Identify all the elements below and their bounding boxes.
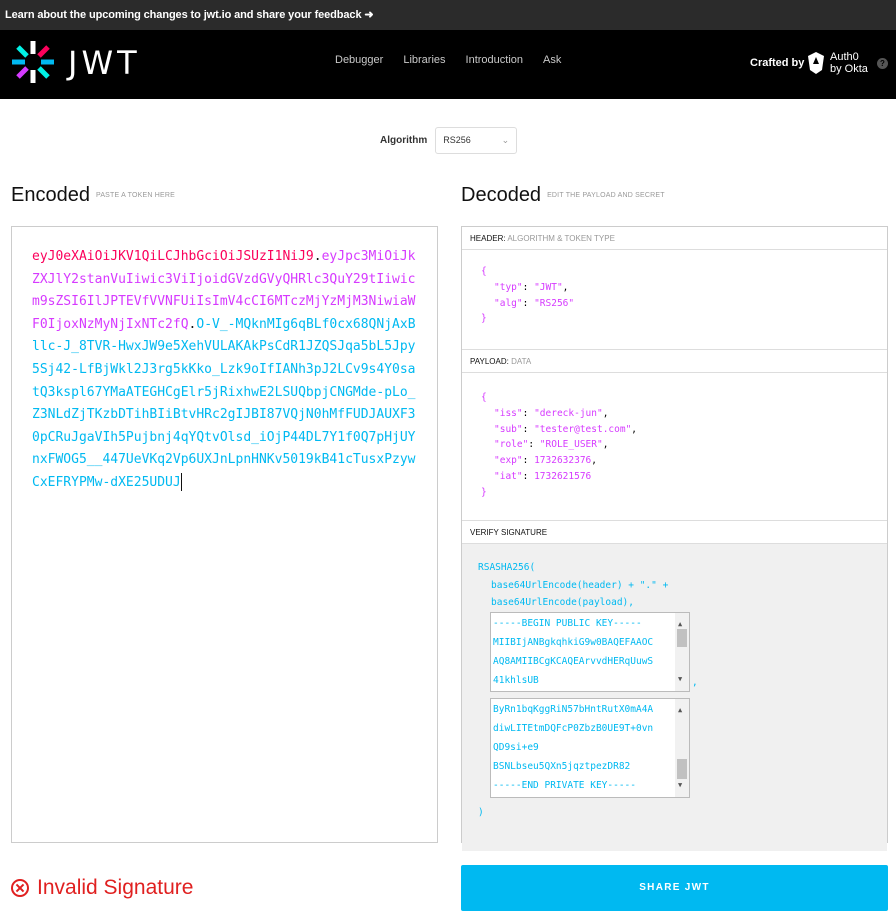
scroll-thumb[interactable] [677,628,687,647]
header-sublabel: ALGORITHM & TOKEN TYPE [507,234,615,243]
verify-header-line: base64UrlEncode(header) + "." + [491,579,669,591]
main-nav: Debugger Libraries Introduction Ask [335,54,581,66]
error-circle-icon [11,879,29,897]
token-signature-part: O-V_-MQknMIg6qBLf0cx68QNjAxBllc-J_8TVR-H… [32,316,416,490]
help-icon[interactable]: ? [877,58,888,69]
payload-iat-value: 1732621576 [534,470,592,482]
jwt-logo-icon[interactable] [10,39,56,85]
public-key-line: MIIBIjANBgkqhkiG9w0BAQEFAAOC [493,636,654,648]
payload-section-head: PAYLOAD: DATA [462,350,887,373]
payload-sublabel: DATA [511,357,532,366]
algorithm-label: Algorithm [380,135,428,146]
encoded-subtitle: PASTE A TOKEN HERE [95,192,176,200]
encoded-heading: Encoded PASTE A TOKEN HERE [11,184,175,207]
chevron-down-icon: ⌄ [501,135,510,145]
public-key-line: 41khlsUB [493,674,539,686]
header-typ-value: "JWT" [534,281,563,293]
decoded-heading: Decoded EDIT THE PAYLOAD AND SECRET [461,184,665,207]
header-alg-value: "RS256" [534,297,575,309]
scroll-down-icon[interactable]: ▼ [678,670,682,689]
payload-label: PAYLOAD: [470,357,509,366]
invalid-signature-text: Invalid Signature [37,876,194,899]
scroll-down-icon[interactable]: ▼ [678,776,682,795]
header-label: HEADER: [470,234,506,243]
public-key-textarea[interactable]: -----BEGIN PUBLIC KEY----- MIIBIjANBgkqh… [490,611,690,692]
payload-exp-value: 1732632376 [534,455,592,467]
auth0-line: Auth0 [830,51,859,63]
by-okta-line: by Okta [830,63,868,75]
scroll-up-icon[interactable]: ▲ [678,701,682,720]
private-key-textarea[interactable]: ByRn1bqKggRiN57bHntRutX0mA4A diwLITEtmDQ… [490,697,690,798]
text-caret [180,473,182,492]
comma: , [692,677,698,688]
decoded-subtitle: EDIT THE PAYLOAD AND SECRET [547,192,665,200]
encoded-token-editor[interactable]: eyJ0eXAiOiJKV1QiLCJhbGciOiJSUzI1NiJ9.eyJ… [11,226,438,843]
decoded-panel: HEADER: ALGORITHM & TOKEN TYPE { "typ": … [461,226,888,851]
crafted-by-label: Crafted by [750,57,805,69]
top-header: JWT Debugger Libraries Introduction Ask … [0,30,896,99]
announcement-banner[interactable]: Learn about the upcoming changes to jwt.… [0,0,896,30]
token-header-part: eyJ0eXAiOiJKV1QiLCJhbGciOiJSUzI1NiJ9 [32,249,314,264]
header-json-editor[interactable]: { "typ": "JWT", "alg": "RS256" } [462,250,887,350]
algorithm-selector: Algorithm RS256 ⌄ [380,127,518,154]
verify-payload-line: base64UrlEncode(payload), [491,597,634,608]
verify-close: ) [478,806,484,818]
public-key-scrollbar[interactable]: ▲ ▼ [675,612,689,691]
header-section-head: HEADER: ALGORITHM & TOKEN TYPE [462,227,887,250]
private-key-scrollbar[interactable]: ▲ ▼ [675,698,689,797]
verify-signature-body: RSASHA256( base64UrlEncode(header) + "."… [462,544,887,851]
nav-libraries[interactable]: Libraries [403,54,445,66]
nav-introduction[interactable]: Introduction [466,54,523,66]
private-key-line: diwLITEtmDQFcP0ZbzB0UE9T+0vn [493,722,654,734]
verify-label: VERIFY SIGNATURE [470,528,548,537]
private-key-line: -----END PRIVATE KEY----- [493,779,636,791]
payload-role-value: "ROLE_USER" [539,439,603,451]
signature-status: Invalid Signature [11,876,193,900]
public-key-line: AQ8AMIIBCgKCAQEArvvdHERqUuwS [493,655,654,667]
share-jwt-button[interactable]: SHARE JWT [461,865,888,911]
verify-function: RSASHA256( [478,562,536,573]
public-key-line: -----BEGIN PUBLIC KEY----- [493,617,642,629]
private-key-line: QD9si+e9 [493,741,539,753]
algorithm-value: RS256 [443,135,471,145]
decoded-title: Decoded [461,184,542,206]
algorithm-select[interactable]: RS256 ⌄ [435,127,518,154]
nav-ask[interactable]: Ask [543,54,561,66]
private-key-line: ByRn1bqKggRiN57bHntRutX0mA4A [493,703,654,715]
encoded-title: Encoded [11,184,90,206]
auth0-brand[interactable]: Auth0 by Okta [830,51,868,75]
verify-section-head: VERIFY SIGNATURE [462,521,887,544]
nav-debugger[interactable]: Debugger [335,54,383,66]
private-key-line: BSNLbseu5QXn5jqztpezDR82 [493,760,631,772]
jwt-logo-text[interactable]: JWT [68,44,141,82]
payload-sub-value: "tester@test.com" [534,423,632,435]
auth0-shield-icon[interactable] [806,51,826,75]
payload-json-editor[interactable]: { "iss": "dereck-jun", "sub": "tester@te… [462,373,887,521]
payload-iss-value: "dereck-jun" [534,407,603,419]
